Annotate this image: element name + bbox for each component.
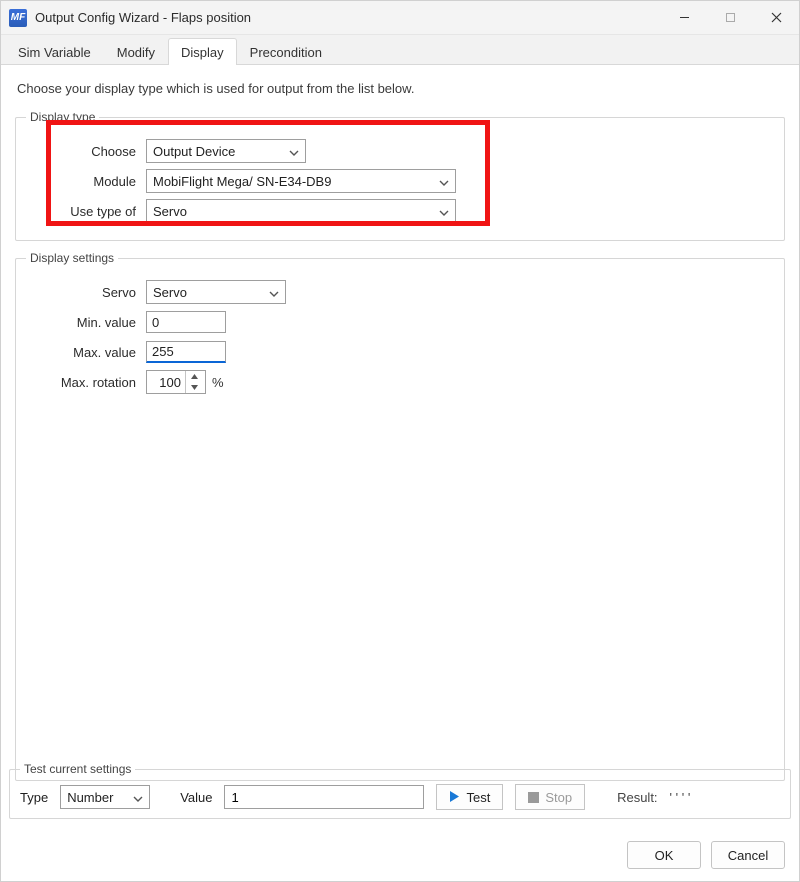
tab-precondition[interactable]: Precondition — [237, 38, 335, 65]
servo-value: Servo — [153, 285, 187, 300]
max-rotation-input[interactable] — [147, 371, 185, 393]
chevron-down-icon — [439, 176, 449, 186]
result-label: Result: — [617, 790, 657, 805]
spinner-down-button[interactable] — [186, 382, 203, 393]
percent-label: % — [212, 375, 224, 390]
stop-button[interactable]: Stop — [515, 784, 585, 810]
test-type-value: Number — [67, 790, 113, 805]
chevron-down-icon — [289, 146, 299, 156]
choose-dropdown[interactable]: Output Device — [146, 139, 306, 163]
max-value-input[interactable] — [146, 341, 226, 363]
test-value-label: Value — [180, 790, 212, 805]
ok-button[interactable]: OK — [627, 841, 701, 869]
window-title: Output Config Wizard - Flaps position — [35, 10, 251, 25]
test-bar: Test current settings Type Number Value … — [9, 762, 791, 829]
module-label: Module — [26, 174, 146, 189]
min-value-label: Min. value — [26, 315, 146, 330]
display-settings-legend: Display settings — [26, 251, 118, 265]
content-area: Choose your display type which is used f… — [1, 65, 799, 781]
play-icon — [449, 790, 460, 805]
minimize-button[interactable] — [661, 1, 707, 35]
display-settings-group: Display settings Servo Servo Min. value … — [15, 251, 785, 781]
usetype-dropdown[interactable]: Servo — [146, 199, 456, 223]
test-type-label: Type — [20, 790, 48, 805]
dialog-buttons: OK Cancel — [627, 841, 785, 869]
chevron-down-icon — [439, 206, 449, 216]
tab-display[interactable]: Display — [168, 38, 237, 65]
chevron-down-icon — [269, 287, 279, 297]
stop-button-label: Stop — [545, 790, 572, 805]
close-button[interactable] — [753, 1, 799, 35]
module-dropdown[interactable]: MobiFlight Mega/ SN-E34-DB9 — [146, 169, 456, 193]
app-icon: MF — [9, 9, 27, 27]
max-value-label: Max. value — [26, 345, 146, 360]
maximize-button[interactable] — [707, 1, 753, 35]
chevron-down-icon — [133, 792, 143, 802]
display-type-group: Display type Choose Output Device Module… — [15, 110, 785, 241]
tab-strip: Sim Variable Modify Display Precondition — [1, 35, 799, 65]
instruction-text: Choose your display type which is used f… — [17, 81, 785, 96]
test-settings-group: Test current settings Type Number Value … — [9, 762, 791, 819]
title-bar: MF Output Config Wizard - Flaps position — [1, 1, 799, 35]
tab-modify[interactable]: Modify — [104, 38, 168, 65]
servo-label: Servo — [26, 285, 146, 300]
min-value-input[interactable] — [146, 311, 226, 333]
spinner-up-button[interactable] — [186, 371, 203, 382]
servo-dropdown[interactable]: Servo — [146, 280, 286, 304]
stop-icon — [528, 792, 539, 803]
choose-label: Choose — [26, 144, 146, 159]
usetype-label: Use type of — [26, 204, 146, 219]
module-value: MobiFlight Mega/ SN-E34-DB9 — [153, 174, 331, 189]
cancel-button[interactable]: Cancel — [711, 841, 785, 869]
max-rotation-label: Max. rotation — [26, 375, 146, 390]
test-type-dropdown[interactable]: Number — [60, 785, 150, 809]
test-value-input[interactable] — [224, 785, 424, 809]
result-value: ' ' ' ' — [670, 790, 691, 805]
test-settings-legend: Test current settings — [20, 762, 135, 776]
test-button-label: Test — [466, 790, 490, 805]
usetype-value: Servo — [153, 204, 187, 219]
display-type-legend: Display type — [26, 110, 99, 124]
max-rotation-spinner[interactable] — [146, 370, 206, 394]
choose-value: Output Device — [153, 144, 235, 159]
tab-sim-variable[interactable]: Sim Variable — [5, 38, 104, 65]
test-button[interactable]: Test — [436, 784, 503, 810]
